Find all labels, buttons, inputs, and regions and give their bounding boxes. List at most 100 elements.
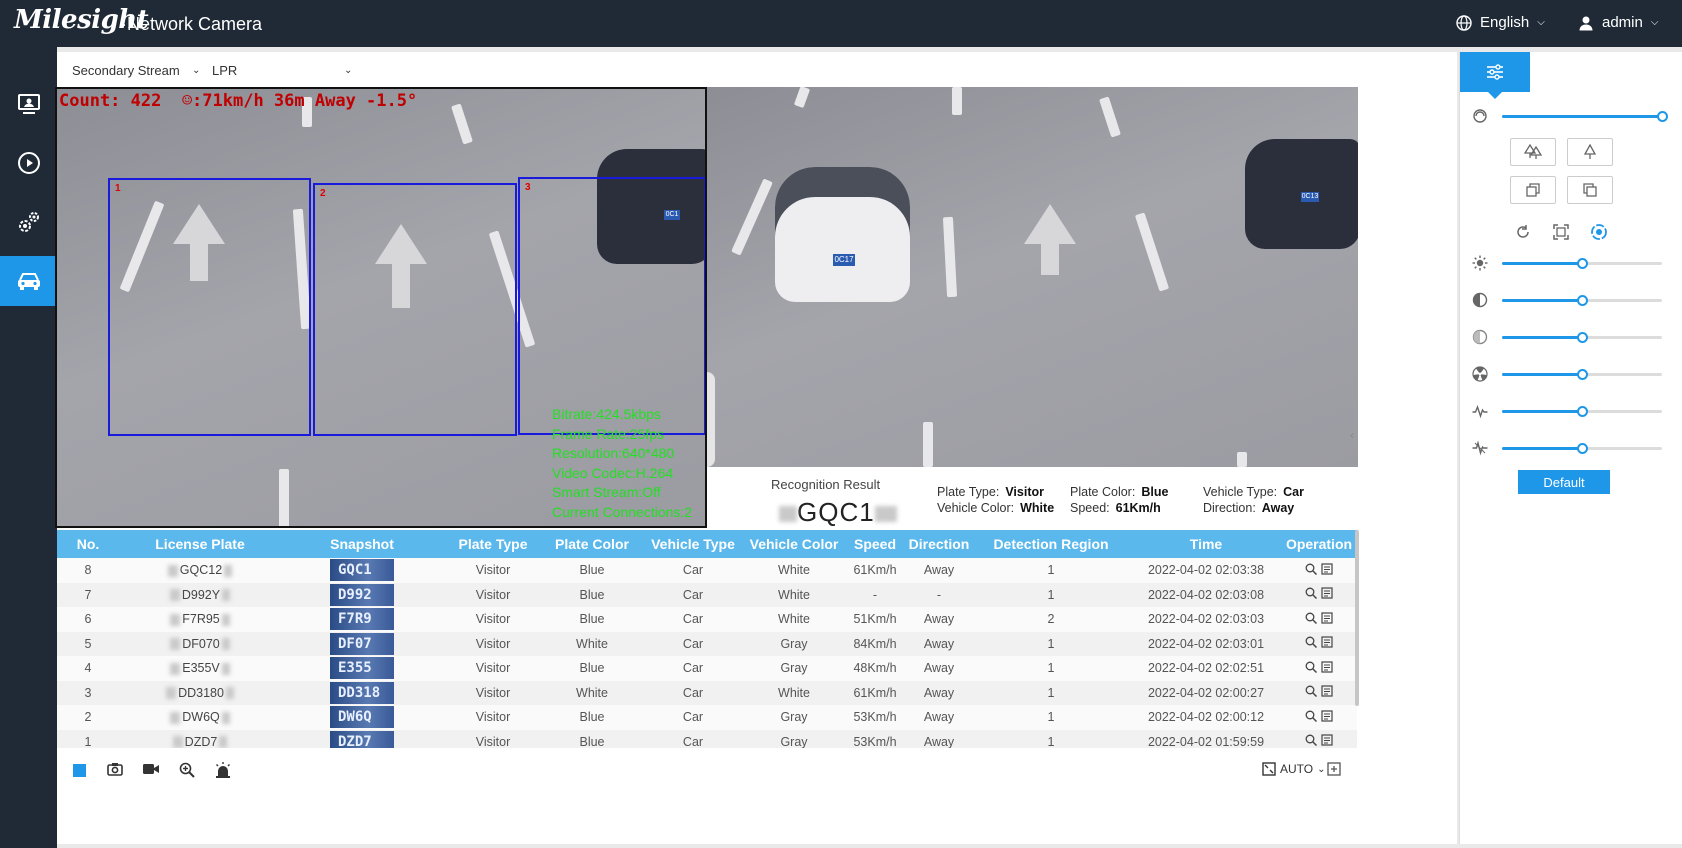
table-scrollbar[interactable] — [1355, 530, 1359, 706]
search-icon[interactable] — [1305, 612, 1317, 624]
details-icon[interactable] — [1321, 661, 1333, 673]
snapshot-pane[interactable]: 0C17 0C13 — [707, 87, 1358, 467]
sidebar-item-playback[interactable] — [0, 138, 57, 188]
details-icon[interactable] — [1321, 685, 1333, 697]
column-header[interactable]: No. — [57, 530, 119, 558]
sidebar — [0, 47, 57, 848]
plate-snapshot[interactable]: DZD7 — [330, 730, 394, 748]
region-number: 1 — [115, 183, 121, 194]
slider-track[interactable] — [1502, 443, 1662, 454]
table-row[interactable]: 7 D992Y D992 Visitor Blue Car White - -1 2022-04-… — [57, 582, 1357, 607]
column-header[interactable]: Time — [1131, 530, 1281, 558]
user-menu[interactable]: admin ⌵ — [1578, 14, 1658, 31]
collapse-panel-icon[interactable]: ‹ — [1350, 428, 1354, 442]
table-row[interactable]: 1 DZD7 DZD7 Visitor Blue Car Gray 53Km/h Away 1 20… — [57, 729, 1357, 748]
slider-knob[interactable] — [1577, 258, 1588, 269]
record-button[interactable] — [142, 762, 160, 779]
details-icon[interactable] — [1321, 563, 1333, 575]
table-row[interactable]: 3 DD3180 DD318 Visitor White Car White 61Km/h Aw… — [57, 680, 1357, 705]
cell-time: 2022-04-02 02:03:03 — [1131, 607, 1281, 632]
zoom-mode-select[interactable]: AUTO ⌄ — [1262, 762, 1326, 776]
default-button[interactable]: Default — [1518, 470, 1610, 494]
language-selector[interactable]: English ⌵ — [1456, 14, 1545, 31]
slider-track[interactable] — [1502, 332, 1662, 343]
search-icon[interactable] — [1305, 685, 1317, 698]
cell-snapshot: DZD7 — [281, 729, 443, 748]
fit-button[interactable] — [1551, 222, 1571, 242]
plate-snapshot[interactable]: DF07 — [330, 632, 394, 655]
sidebar-item-lpr[interactable] — [0, 256, 57, 306]
blurred-region — [170, 613, 181, 626]
live-video-pane[interactable]: 0C1 Count: 422 ☺:71km/h 36m Away -1.5° 1… — [55, 87, 707, 528]
snapshot-button[interactable] — [107, 762, 123, 779]
day-mode-button[interactable] — [1510, 138, 1556, 166]
sidebar-item-live-view[interactable] — [0, 79, 57, 129]
cell-plate-type: Visitor — [443, 656, 543, 681]
pulse-icon — [1472, 403, 1488, 422]
slider-track[interactable] — [1502, 295, 1662, 306]
alarm-button[interactable] — [215, 762, 231, 781]
plate-snapshot[interactable]: DD318 — [330, 681, 394, 704]
rotate-button[interactable] — [1513, 222, 1533, 242]
mode-select[interactable]: LPR ⌄ — [212, 63, 357, 78]
search-icon[interactable] — [1305, 587, 1317, 600]
search-icon[interactable] — [1305, 710, 1317, 722]
column-header[interactable]: Detection Region — [971, 530, 1131, 558]
plate-snapshot[interactable]: F7R9 — [330, 608, 394, 631]
table-row[interactable]: 8 GQC12 GQC1 Visitor Blue Car White 61Km/h Away 1… — [57, 558, 1357, 583]
details-icon[interactable] — [1321, 587, 1333, 599]
mirror-left-button[interactable] — [1510, 176, 1556, 204]
digital-zoom-button[interactable] — [179, 762, 195, 781]
details-icon[interactable] — [1321, 734, 1333, 746]
slider-track[interactable] — [1502, 406, 1662, 417]
slider-knob[interactable] — [1577, 443, 1588, 454]
slider-knob[interactable] — [1577, 332, 1588, 343]
column-header[interactable]: Vehicle Type — [641, 530, 745, 558]
details-icon[interactable] — [1321, 710, 1333, 722]
search-icon[interactable] — [1305, 734, 1317, 747]
mirror-right-button[interactable] — [1567, 176, 1613, 204]
column-header[interactable]: Speed — [843, 530, 907, 558]
search-icon[interactable] — [1305, 563, 1317, 575]
slider-track[interactable] — [1502, 258, 1662, 269]
column-header[interactable]: Plate Type — [443, 530, 543, 558]
stop-icon[interactable] — [73, 764, 86, 777]
slider-knob[interactable] — [1577, 295, 1588, 306]
plate-snapshot[interactable]: D992 — [330, 583, 394, 606]
slider-noise-reduction — [1472, 401, 1672, 421]
search-icon[interactable] — [1305, 661, 1317, 673]
fullscreen-button[interactable] — [1327, 762, 1341, 779]
column-header[interactable]: Vehicle Color — [745, 530, 843, 558]
field-label: Plate Type: — [937, 485, 1000, 499]
cell-license-plate: GQC12 — [119, 558, 281, 583]
plate-text: GQC1 — [797, 497, 875, 527]
image-settings-tab[interactable] — [1460, 52, 1530, 99]
stream-select[interactable]: Secondary Stream ⌄ — [72, 63, 202, 78]
table-row[interactable]: 6 F7R95 F7R9 Visitor Blue Car White 51Km/h Away 2… — [57, 607, 1357, 632]
auto-adjust-button[interactable] — [1589, 222, 1609, 242]
slider-knob[interactable] — [1577, 406, 1588, 417]
table-row[interactable]: 2 DW6Q DW6Q Visitor Blue Car Gray 53Km/h Away 1 20… — [57, 705, 1357, 730]
cell-operation — [1281, 705, 1357, 730]
column-header[interactable]: License Plate — [119, 530, 281, 558]
plate-snapshot[interactable]: GQC1 — [330, 559, 394, 582]
slider-track[interactable] — [1502, 369, 1662, 380]
column-header[interactable]: Plate Color — [543, 530, 641, 558]
cell-vehicle-color: White — [745, 582, 843, 607]
night-mode-button[interactable] — [1567, 138, 1613, 166]
region-number: 2 — [320, 188, 326, 199]
slider-track[interactable] — [1502, 111, 1668, 122]
plate-snapshot[interactable]: DW6Q — [330, 706, 394, 729]
column-header[interactable]: Snapshot — [281, 530, 443, 558]
table-row[interactable]: 4 E355V E355 Visitor Blue Car Gray 48Km/h Away 1 2… — [57, 656, 1357, 681]
slider-knob[interactable] — [1657, 111, 1668, 122]
table-row[interactable]: 5 DF070 DF07 Visitor White Car Gray 84Km/h Away 1… — [57, 631, 1357, 656]
details-icon[interactable] — [1321, 612, 1333, 624]
search-icon[interactable] — [1305, 636, 1317, 649]
plate-snapshot[interactable]: E355 — [330, 657, 394, 680]
column-header[interactable]: Direction — [907, 530, 971, 558]
blurred-region — [225, 687, 234, 700]
sidebar-item-settings[interactable] — [0, 197, 57, 247]
slider-knob[interactable] — [1577, 369, 1588, 380]
details-icon[interactable] — [1321, 636, 1333, 648]
